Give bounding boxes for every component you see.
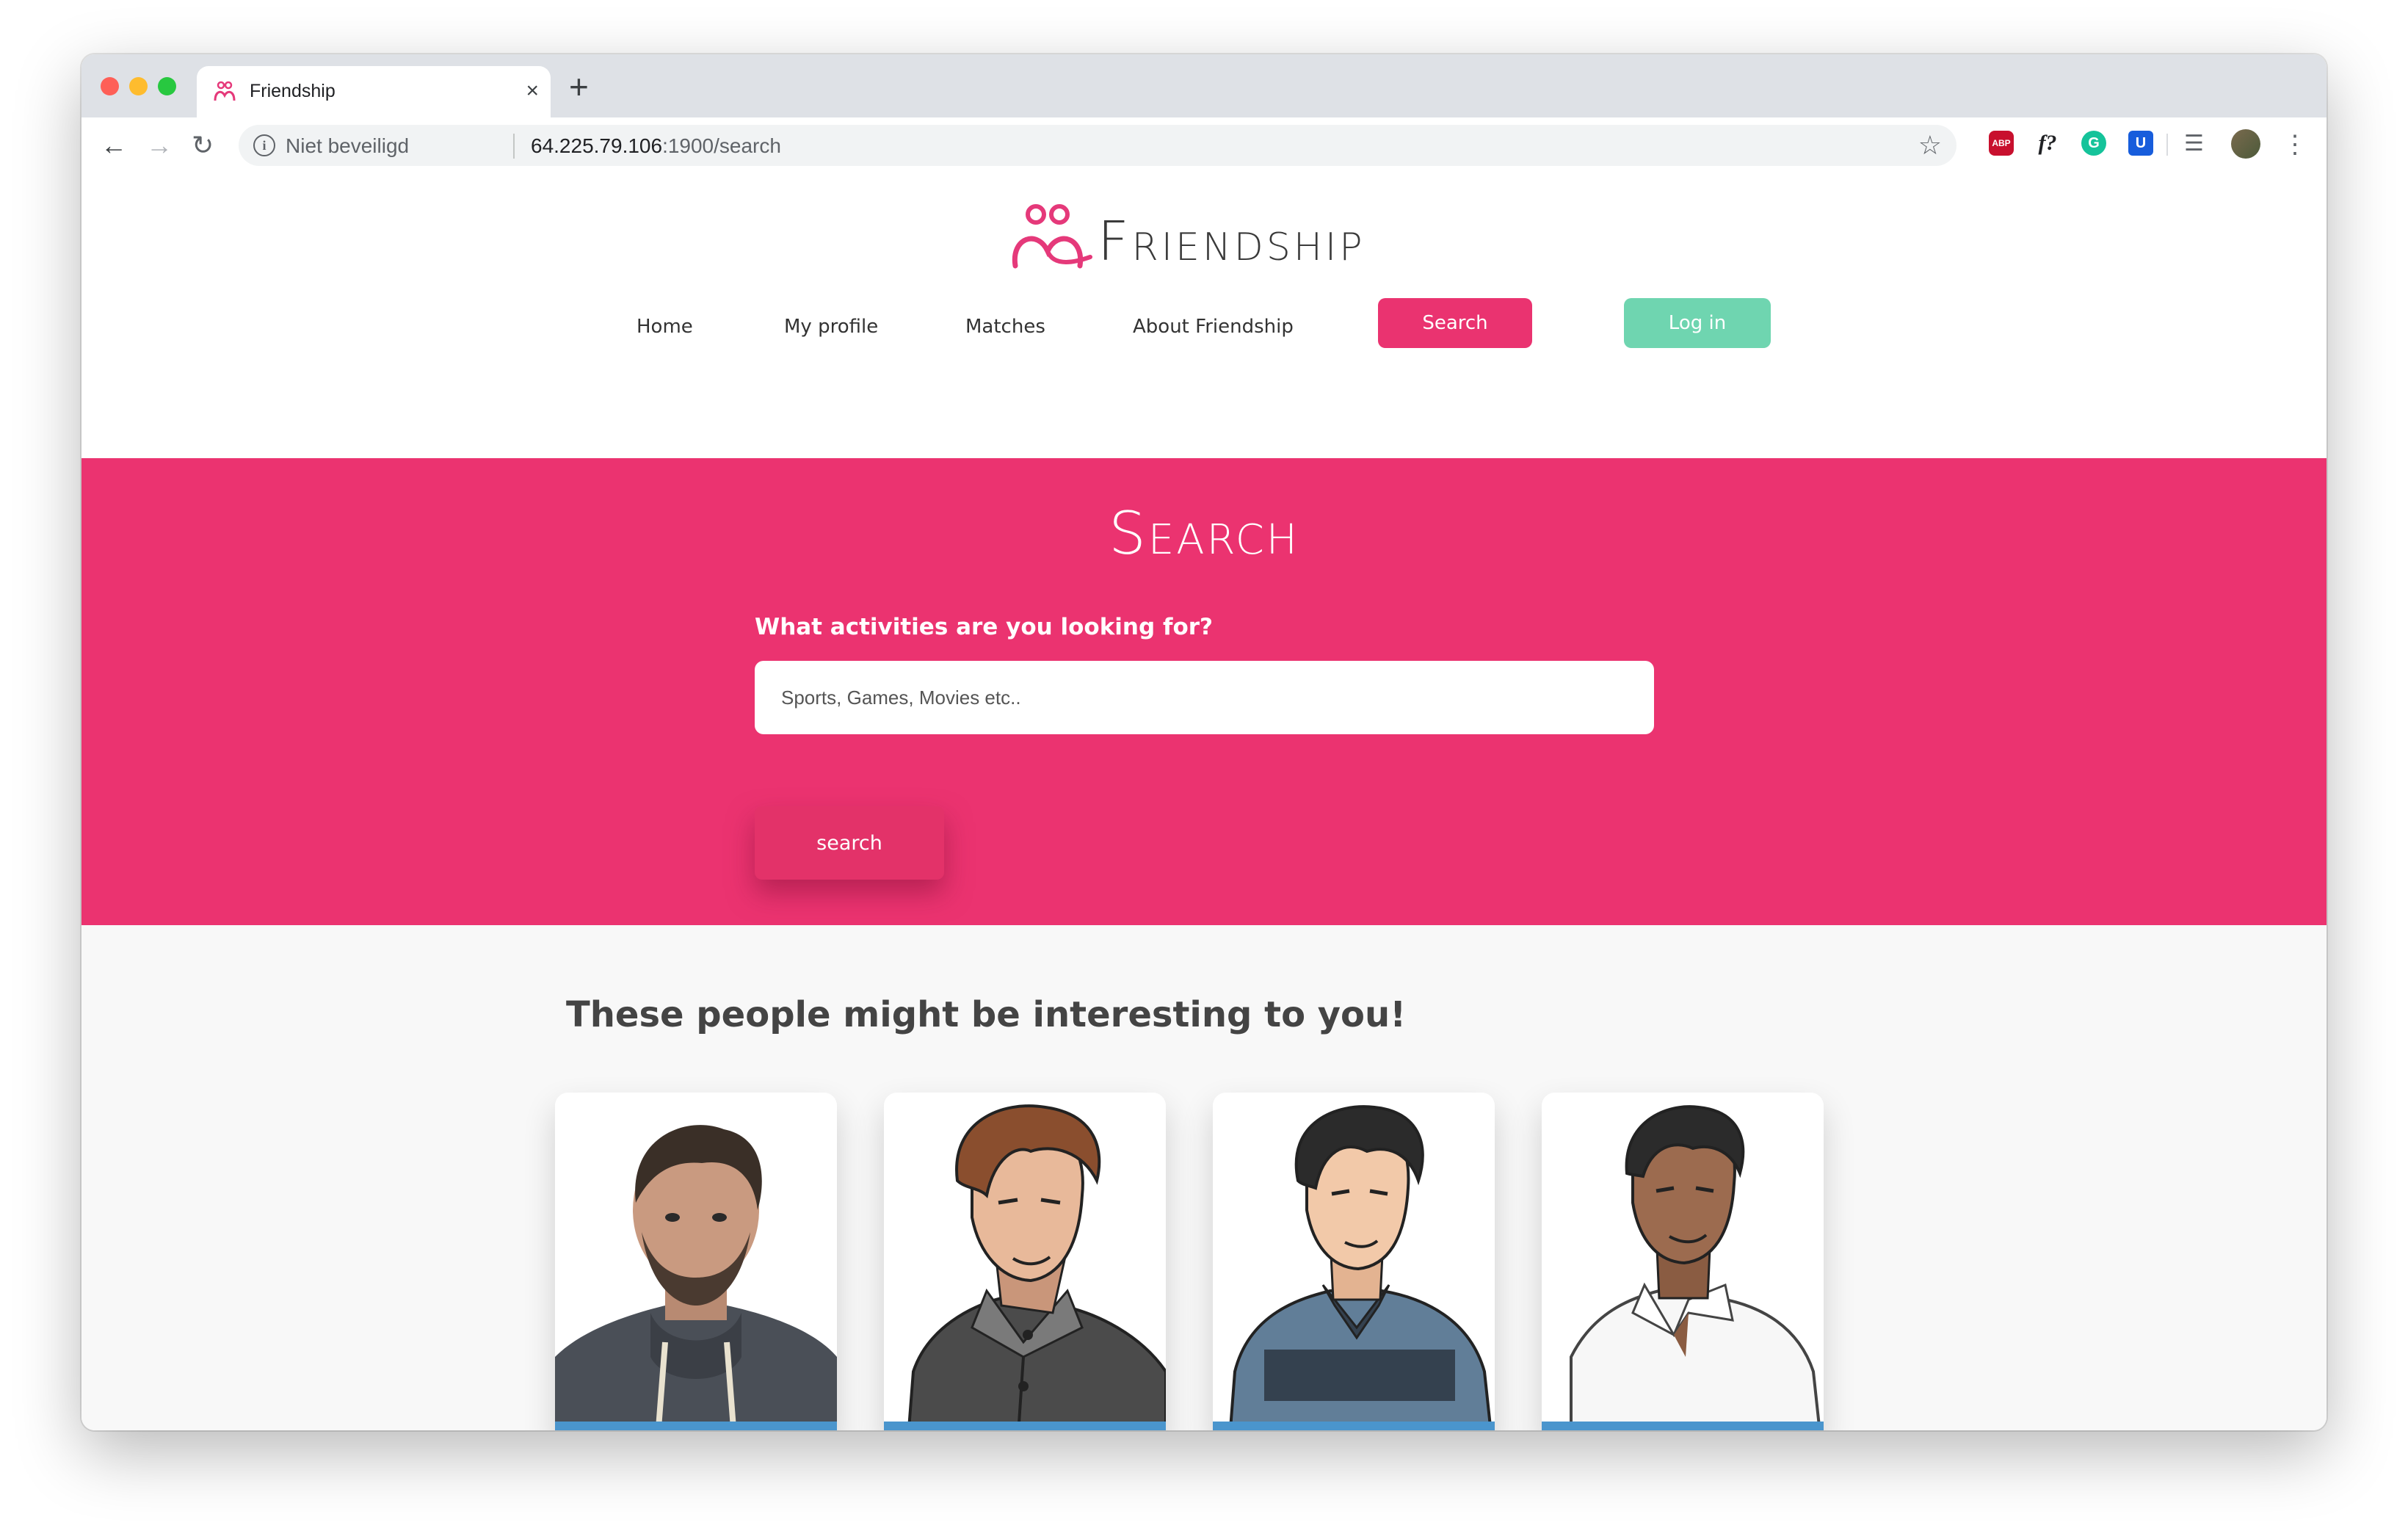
- tab-title: Friendship: [250, 81, 336, 101]
- suggestions-heading: These people might be interesting to you…: [566, 994, 1407, 1035]
- browser-tab[interactable]: Friendship ×: [197, 66, 551, 117]
- site-header: Friendship Home My profile Matches About…: [81, 175, 2327, 458]
- nav-matches-link[interactable]: Matches: [965, 316, 1045, 338]
- site-logo[interactable]: Friendship: [1008, 194, 1419, 273]
- adblock-extension-icon[interactable]: ABP: [1989, 131, 2014, 156]
- page-title: Search: [1109, 499, 1299, 568]
- web-page: Friendship Home My profile Matches About…: [81, 175, 2327, 1430]
- card-footer-strip: [884, 1422, 1166, 1430]
- info-icon[interactable]: i: [253, 134, 275, 156]
- maximize-window-button[interactable]: [158, 77, 176, 95]
- person-card[interactable]: [1542, 1093, 1824, 1430]
- media-control-icon[interactable]: ☰: [2184, 128, 2204, 160]
- security-label[interactable]: Niet beveiligd: [286, 134, 409, 158]
- browser-toolbar: ← → ↻ i Niet beveiligd 64.225.79.106:190…: [81, 117, 2327, 176]
- logo-text: Friendship: [1098, 210, 1366, 273]
- back-arrow-icon[interactable]: ←: [101, 125, 127, 166]
- minimize-window-button[interactable]: [129, 77, 148, 95]
- url-path: :1900/search: [662, 134, 781, 157]
- friendship-favicon-icon: [214, 81, 236, 101]
- browser-menu-icon[interactable]: ⋮: [2282, 125, 2307, 164]
- person-photo-icon: [555, 1093, 837, 1430]
- bitwarden-extension-icon[interactable]: U: [2128, 131, 2153, 156]
- toolbar-divider: [2166, 134, 2168, 156]
- person-illustration-white-shirt-icon: [1542, 1093, 1824, 1430]
- nav-about-link[interactable]: About Friendship: [1133, 316, 1294, 338]
- person-illustration-brown-hair-icon: [884, 1093, 1166, 1430]
- new-tab-button[interactable]: +: [569, 66, 589, 107]
- profile-avatar[interactable]: [2231, 129, 2260, 159]
- bookmark-star-icon[interactable]: ☆: [1918, 129, 1942, 162]
- url-host: 64.225.79.106: [531, 134, 663, 157]
- login-button[interactable]: Log in: [1624, 298, 1771, 348]
- friendship-logo-icon: [1012, 204, 1092, 269]
- person-illustration-blue-sweater-icon: [1213, 1093, 1495, 1430]
- person-card[interactable]: [884, 1093, 1166, 1430]
- nav-my-profile-link[interactable]: My profile: [784, 316, 878, 338]
- nav-home-link[interactable]: Home: [637, 316, 693, 338]
- card-footer-strip: [555, 1422, 837, 1430]
- close-window-button[interactable]: [101, 77, 119, 95]
- forward-arrow-icon[interactable]: →: [146, 125, 173, 166]
- tab-close-icon[interactable]: ×: [526, 76, 539, 106]
- grammarly-extension-icon[interactable]: G: [2081, 131, 2106, 156]
- activities-question-label: What activities are you looking for?: [755, 614, 1214, 640]
- person-card[interactable]: [1213, 1093, 1495, 1430]
- activities-search-input[interactable]: [755, 661, 1654, 734]
- search-hero: Search What activities are you looking f…: [81, 458, 2327, 925]
- fquery-extension-icon[interactable]: f?: [2033, 131, 2062, 156]
- nav-search-button[interactable]: Search: [1378, 298, 1532, 348]
- card-footer-strip: [1213, 1422, 1495, 1430]
- browser-window: Friendship × + ← → ↻ i Niet beveiligd 64…: [81, 54, 2327, 1430]
- address-bar[interactable]: i Niet beveiligd 64.225.79.106:1900/sear…: [239, 125, 1956, 166]
- reload-icon[interactable]: ↻: [192, 125, 214, 166]
- url-text[interactable]: 64.225.79.106:1900/search: [531, 134, 781, 158]
- card-footer-strip: [1542, 1422, 1824, 1430]
- search-submit-button[interactable]: search: [755, 806, 944, 880]
- person-card[interactable]: [555, 1093, 837, 1430]
- url-divider: [513, 134, 515, 159]
- tab-bar: Friendship × +: [81, 54, 2327, 117]
